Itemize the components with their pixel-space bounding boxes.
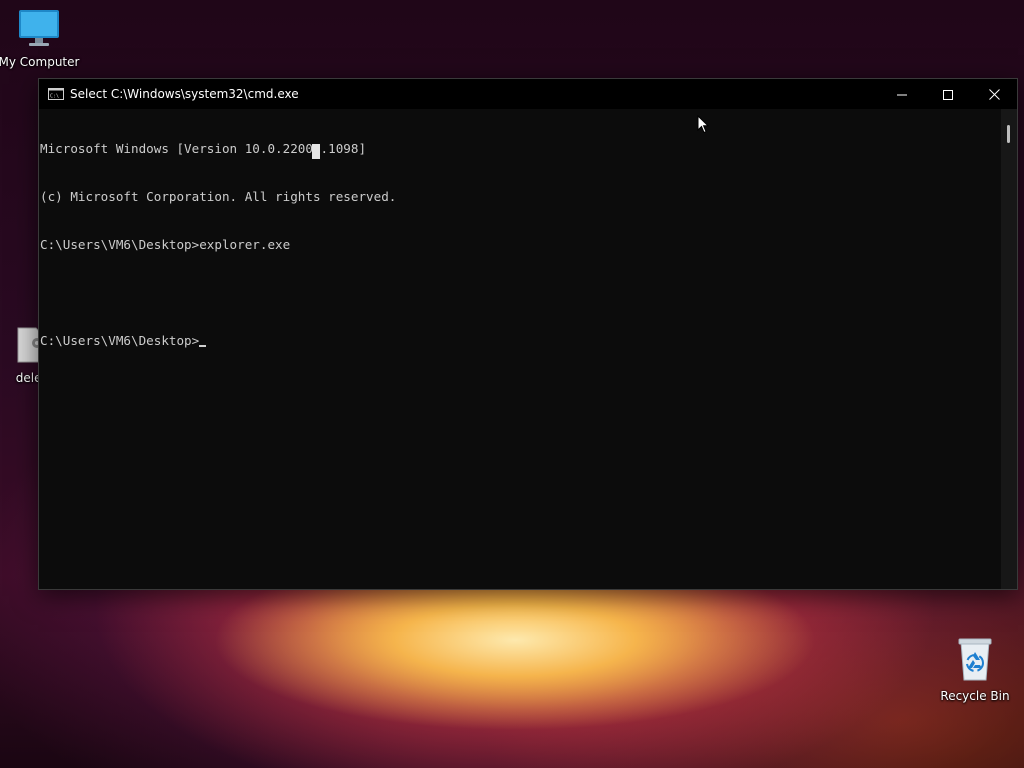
console-output[interactable]: Microsoft Windows [Version 10.0.22000.10… bbox=[39, 109, 1001, 589]
console-line: Microsoft Windows [Version 10.0.22000.10… bbox=[40, 141, 367, 156]
minimize-button[interactable] bbox=[879, 79, 925, 109]
console-prompt: C:\Users\VM6\Desktop> bbox=[40, 333, 200, 348]
console-icon: C:\ bbox=[48, 88, 64, 100]
maximize-button[interactable] bbox=[925, 79, 971, 109]
desktop-icon-recycle-bin[interactable]: Recycle Bin bbox=[930, 636, 1020, 703]
console-line: (c) Microsoft Corporation. All rights re… bbox=[40, 189, 397, 204]
close-button[interactable] bbox=[971, 79, 1017, 109]
cmd-window[interactable]: C:\ Select C:\Windows\system32\cmd.exe M… bbox=[38, 78, 1018, 590]
close-icon bbox=[988, 85, 1000, 104]
window-title: Select C:\Windows\system32\cmd.exe bbox=[70, 87, 299, 101]
text-cursor bbox=[199, 345, 207, 347]
maximize-icon bbox=[943, 85, 953, 104]
desktop-icon-label: My Computer bbox=[0, 55, 80, 69]
monitor-icon bbox=[17, 8, 61, 52]
console-line: C:\Users\VM6\Desktop>explorer.exe bbox=[40, 237, 291, 252]
mouse-pointer-icon bbox=[697, 114, 710, 138]
desktop-icon-label: Recycle Bin bbox=[940, 689, 1010, 703]
selection-cursor bbox=[312, 144, 320, 159]
svg-text:C:\: C:\ bbox=[50, 94, 59, 100]
desktop-icon-my-computer[interactable]: My Computer bbox=[0, 8, 84, 69]
vertical-scrollbar[interactable] bbox=[1001, 109, 1017, 589]
console-prompt-line: C:\Users\VM6\Desktop> bbox=[40, 333, 1001, 349]
recycle-bin-icon bbox=[955, 636, 995, 686]
title-bar[interactable]: C:\ Select C:\Windows\system32\cmd.exe bbox=[39, 79, 1017, 109]
window-controls bbox=[879, 79, 1017, 109]
scrollbar-thumb[interactable] bbox=[1007, 125, 1010, 143]
minimize-icon bbox=[897, 85, 907, 104]
